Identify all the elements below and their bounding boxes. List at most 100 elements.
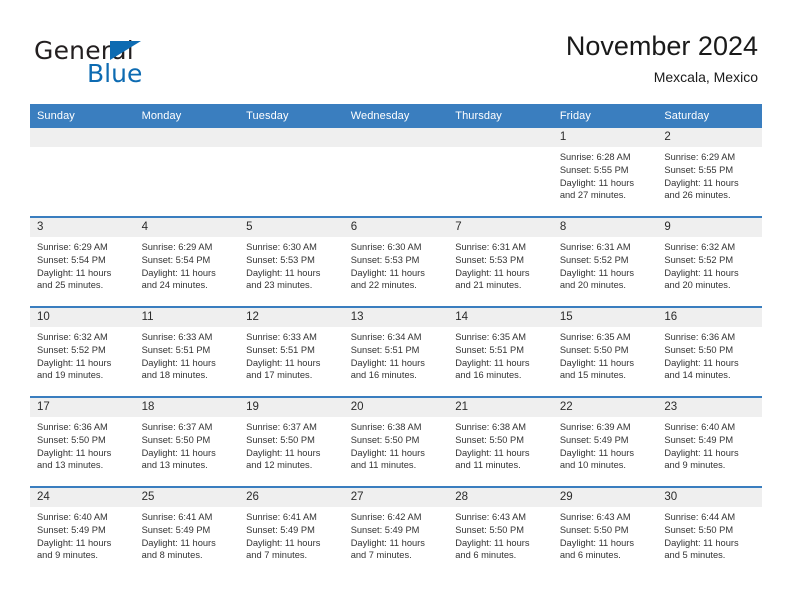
day-number: 15 <box>552 308 658 327</box>
weekday-header-row: Sunday Monday Tuesday Wednesday Thursday… <box>30 104 762 128</box>
calendar-week-row: 3 Sunrise: 6:29 AM Sunset: 5:54 PM Daylight… <box>30 216 762 307</box>
day-number: 26 <box>239 488 344 507</box>
sunrise-text: Sunrise: 6:41 AM <box>246 512 317 522</box>
sunrise-text: Sunrise: 6:35 AM <box>559 332 631 342</box>
sunrise-text: Sunrise: 6:29 AM <box>141 242 213 252</box>
daylight-text-line1: Daylight: 11 hours <box>350 267 425 278</box>
daylight-text-line2: and 23 minutes. <box>246 280 313 291</box>
day-number: 7 <box>448 218 553 237</box>
calendar-day-cell[interactable]: 29 Sunrise: 6:43 AM Sunset: 5:50 PM Dayligh… <box>552 486 658 576</box>
sunrise-text: Sunrise: 6:38 AM <box>350 422 422 432</box>
calendar-day-cell[interactable]: 25 Sunrise: 6:41 AM Sunset: 5:49 PM Dayligh… <box>134 486 240 576</box>
day-cell-inner <box>30 128 135 216</box>
calendar-day-cell[interactable]: 19 Sunrise: 6:37 AM Sunset: 5:50 PM Dayligh… <box>239 396 344 487</box>
calendar-day-cell[interactable]: 20 Sunrise: 6:38 AM Sunset: 5:50 PM Dayligh… <box>343 396 449 487</box>
calendar-day-cell[interactable]: 28 Sunrise: 6:43 AM Sunset: 5:50 PM Dayligh… <box>448 486 553 576</box>
daylight-text-line2: and 11 minutes. <box>455 460 521 471</box>
day-cell-inner: 7 Sunrise: 6:31 AM Sunset: 5:53 PM Daylight… <box>448 218 553 306</box>
calendar-day-cell[interactable]: 23 Sunrise: 6:40 AM Sunset: 5:49 PM Dayligh… <box>657 396 762 487</box>
day-cell-inner: 30 Sunrise: 6:44 AM Sunset: 5:50 PM Dayligh… <box>657 488 762 576</box>
day-details: Sunrise: 6:35 AM Sunset: 5:51 PM Daylight:… <box>448 327 553 382</box>
sunrise-text: Sunrise: 6:37 AM <box>246 422 317 432</box>
calendar-day-cell[interactable]: 10 Sunrise: 6:32 AM Sunset: 5:52 PM Dayligh… <box>30 306 135 397</box>
day-number: 19 <box>239 398 344 417</box>
day-cell-inner: 4 Sunrise: 6:29 AM Sunset: 5:54 PM Daylight… <box>134 218 240 306</box>
day-details: Sunrise: 6:39 AM Sunset: 5:49 PM Daylight:… <box>553 417 658 472</box>
weekday-header-monday: Monday <box>134 104 240 128</box>
day-cell-inner: 22 Sunrise: 6:39 AM Sunset: 5:49 PM Dayligh… <box>552 398 658 486</box>
calendar-day-cell <box>343 128 449 217</box>
page-header: General Blue November 2024 Mexcala, Mexi… <box>0 0 792 104</box>
calendar-day-cell[interactable]: 18 Sunrise: 6:37 AM Sunset: 5:50 PM Dayligh… <box>134 396 240 487</box>
sunset-text: Sunset: 5:52 PM <box>37 344 106 355</box>
day-number: 4 <box>134 218 240 237</box>
day-details: Sunrise: 6:33 AM Sunset: 5:51 PM Daylight:… <box>135 327 240 382</box>
day-number <box>239 128 344 147</box>
calendar-day-cell[interactable]: 5 Sunrise: 6:30 AM Sunset: 5:53 PM Daylight… <box>239 216 344 307</box>
calendar-day-cell[interactable]: 6 Sunrise: 6:30 AM Sunset: 5:53 PM Daylight… <box>343 216 449 307</box>
calendar-day-cell[interactable]: 12 Sunrise: 6:33 AM Sunset: 5:51 PM Dayligh… <box>239 306 344 397</box>
day-details: Sunrise: 6:43 AM Sunset: 5:50 PM Daylight:… <box>448 507 553 562</box>
day-details: Sunrise: 6:36 AM Sunset: 5:50 PM Daylight:… <box>30 417 135 472</box>
day-cell-inner: 3 Sunrise: 6:29 AM Sunset: 5:54 PM Daylight… <box>30 218 135 306</box>
calendar-day-cell <box>448 128 553 217</box>
day-number: 28 <box>448 488 553 507</box>
daylight-text-line1: Daylight: 11 hours <box>141 357 216 368</box>
day-number: 27 <box>343 488 449 507</box>
day-cell-inner: 9 Sunrise: 6:32 AM Sunset: 5:52 PM Daylight… <box>657 218 762 306</box>
day-number: 17 <box>30 398 135 417</box>
day-details: Sunrise: 6:29 AM Sunset: 5:55 PM Daylight:… <box>657 147 762 202</box>
daylight-text-line1: Daylight: 11 hours <box>37 447 112 458</box>
day-number <box>134 128 240 147</box>
daylight-text-line1: Daylight: 11 hours <box>350 537 425 548</box>
sunrise-text: Sunrise: 6:32 AM <box>664 242 736 252</box>
calendar-day-cell[interactable]: 22 Sunrise: 6:39 AM Sunset: 5:49 PM Dayligh… <box>552 396 658 487</box>
calendar-day-cell[interactable]: 26 Sunrise: 6:41 AM Sunset: 5:49 PM Dayligh… <box>239 486 344 576</box>
day-number: 11 <box>134 308 240 327</box>
calendar-day-cell[interactable]: 13 Sunrise: 6:34 AM Sunset: 5:51 PM Dayligh… <box>343 306 449 397</box>
calendar-day-cell[interactable]: 16 Sunrise: 6:36 AM Sunset: 5:50 PM Dayligh… <box>657 306 762 397</box>
calendar-day-cell[interactable]: 3 Sunrise: 6:29 AM Sunset: 5:54 PM Daylight… <box>30 216 135 307</box>
calendar-day-cell[interactable]: 21 Sunrise: 6:38 AM Sunset: 5:50 PM Dayligh… <box>448 396 553 487</box>
sunrise-text: Sunrise: 6:30 AM <box>350 242 422 252</box>
sunset-text: Sunset: 5:51 PM <box>246 344 315 355</box>
weekday-header-thursday: Thursday <box>448 104 553 128</box>
day-details: Sunrise: 6:41 AM Sunset: 5:49 PM Daylight:… <box>135 507 240 562</box>
daylight-text-line1: Daylight: 11 hours <box>246 267 321 278</box>
day-details: Sunrise: 6:40 AM Sunset: 5:49 PM Daylight:… <box>30 507 135 562</box>
daylight-text-line1: Daylight: 11 hours <box>246 447 321 458</box>
calendar-day-cell[interactable]: 14 Sunrise: 6:35 AM Sunset: 5:51 PM Dayligh… <box>448 306 553 397</box>
daylight-text-line2: and 5 minutes. <box>664 550 726 561</box>
day-number: 24 <box>30 488 135 507</box>
day-cell-inner: 17 Sunrise: 6:36 AM Sunset: 5:50 PM Dayligh… <box>30 398 135 486</box>
sunrise-text: Sunrise: 6:42 AM <box>350 512 422 522</box>
calendar-day-cell[interactable]: 2 Sunrise: 6:29 AM Sunset: 5:55 PM Daylight… <box>657 128 762 217</box>
calendar-day-cell[interactable]: 17 Sunrise: 6:36 AM Sunset: 5:50 PM Dayligh… <box>30 396 135 487</box>
calendar-day-cell[interactable]: 1 Sunrise: 6:28 AM Sunset: 5:55 PM Daylight… <box>552 128 658 217</box>
day-details: Sunrise: 6:31 AM Sunset: 5:52 PM Daylight:… <box>553 237 658 292</box>
sunset-text: Sunset: 5:49 PM <box>246 524 315 535</box>
sunrise-text: Sunrise: 6:29 AM <box>664 152 736 162</box>
sunset-text: Sunset: 5:54 PM <box>141 254 211 265</box>
calendar-day-cell[interactable]: 15 Sunrise: 6:35 AM Sunset: 5:50 PM Dayligh… <box>552 306 658 397</box>
daylight-text-line2: and 7 minutes. <box>350 550 412 561</box>
calendar-day-cell[interactable]: 11 Sunrise: 6:33 AM Sunset: 5:51 PM Dayligh… <box>134 306 240 397</box>
day-number: 29 <box>552 488 658 507</box>
daylight-text-line2: and 25 minutes. <box>37 280 104 291</box>
calendar-day-cell[interactable]: 24 Sunrise: 6:40 AM Sunset: 5:49 PM Dayligh… <box>30 486 135 576</box>
calendar-day-cell[interactable]: 9 Sunrise: 6:32 AM Sunset: 5:52 PM Daylight… <box>657 216 762 307</box>
day-details: Sunrise: 6:38 AM Sunset: 5:50 PM Daylight:… <box>448 417 553 472</box>
daylight-text-line1: Daylight: 11 hours <box>664 447 739 458</box>
daylight-text-line1: Daylight: 11 hours <box>37 267 112 278</box>
daylight-text-line1: Daylight: 11 hours <box>664 267 739 278</box>
daylight-text-line2: and 13 minutes. <box>37 460 104 471</box>
calendar-day-cell[interactable]: 27 Sunrise: 6:42 AM Sunset: 5:49 PM Dayligh… <box>343 486 449 576</box>
day-number: 18 <box>134 398 240 417</box>
sunset-text: Sunset: 5:49 PM <box>350 524 420 535</box>
brand-logo[interactable]: General Blue <box>34 38 264 94</box>
calendar-day-cell[interactable]: 4 Sunrise: 6:29 AM Sunset: 5:54 PM Daylight… <box>134 216 240 307</box>
daylight-text-line2: and 6 minutes. <box>455 550 517 561</box>
calendar-day-cell[interactable]: 8 Sunrise: 6:31 AM Sunset: 5:52 PM Daylight… <box>552 216 658 307</box>
calendar-day-cell[interactable]: 7 Sunrise: 6:31 AM Sunset: 5:53 PM Daylight… <box>448 216 553 307</box>
calendar-day-cell[interactable]: 30 Sunrise: 6:44 AM Sunset: 5:50 PM Dayligh… <box>657 486 762 576</box>
